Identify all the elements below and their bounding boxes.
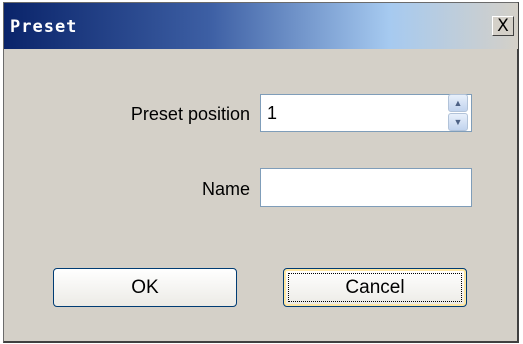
preset-position-input[interactable] [260,94,472,132]
cancel-button[interactable]: Cancel [283,268,467,307]
close-icon: X [497,16,509,36]
preset-dialog: Preset X Preset position ▲ ▼ Name OK Can… [3,2,519,343]
close-button[interactable]: X [492,16,514,36]
spin-up-icon: ▲ [453,98,463,108]
dialog-title: Preset [10,17,78,37]
title-bar: Preset X [4,3,518,49]
name-label: Name [201,179,250,199]
preset-position-label: Preset position [130,104,250,124]
name-input[interactable] [260,168,472,207]
spin-down-icon: ▼ [453,117,463,127]
spin-up-button[interactable]: ▲ [448,94,468,112]
spin-down-button[interactable]: ▼ [448,113,468,131]
preset-position-spinner: ▲ ▼ [448,94,470,132]
ok-button[interactable]: OK [53,268,237,307]
